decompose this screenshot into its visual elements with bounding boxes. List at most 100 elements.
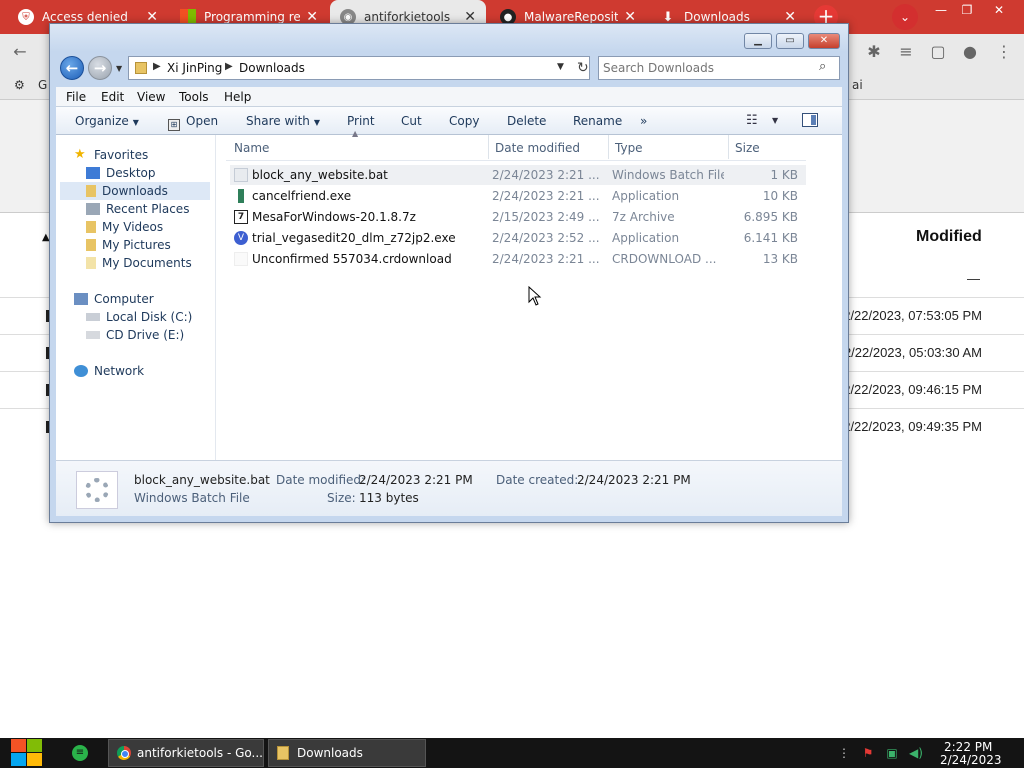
- file-type: CRDOWNLOAD ...: [612, 252, 717, 266]
- column-size[interactable]: Size: [735, 141, 760, 155]
- chevron-down-icon[interactable]: ▼: [772, 116, 778, 125]
- bookmark-gear-icon[interactable]: ⚙: [14, 78, 25, 92]
- network-tray-icon[interactable]: ▣: [884, 745, 900, 761]
- file-row[interactable]: 7 MesaForWindows-20.1.8.7z 2/15/2023 2:4…: [230, 207, 806, 227]
- nav-downloads[interactable]: Downloads: [60, 182, 210, 200]
- nav-my-documents[interactable]: My Documents: [86, 254, 192, 272]
- extensions-icon[interactable]: ✱: [864, 42, 884, 62]
- search-input[interactable]: [603, 60, 813, 76]
- taskbar-chrome-button[interactable]: antiforkietools - Go...: [108, 739, 264, 767]
- maximize-button[interactable]: ▭: [776, 33, 804, 49]
- address-dropdown-icon[interactable]: ▼: [557, 62, 564, 72]
- clock-date[interactable]: 2/24/2023: [940, 753, 1002, 767]
- chevron-right-icon[interactable]: ▶: [225, 61, 233, 72]
- nav-desktop[interactable]: Desktop: [86, 164, 156, 182]
- change-view-icon[interactable]: ☷: [746, 113, 758, 128]
- modified-column-header[interactable]: Modified: [916, 228, 982, 246]
- nav-my-pictures[interactable]: My Pictures: [86, 236, 171, 254]
- breadcrumb-downloads[interactable]: Downloads: [239, 61, 305, 75]
- vegas-app-icon: V: [234, 231, 248, 245]
- nav-recent-places[interactable]: Recent Places: [86, 200, 189, 218]
- nav-cd-drive[interactable]: CD Drive (E:): [86, 326, 184, 344]
- nav-local-disk[interactable]: Local Disk (C:): [86, 308, 192, 326]
- column-type[interactable]: Type: [615, 141, 643, 155]
- share-with-button[interactable]: Share with ▼: [246, 114, 320, 128]
- menu-tools[interactable]: Tools: [179, 90, 209, 104]
- close-button[interactable]: ✕: [808, 33, 840, 49]
- file-date: 2/24/2023 2:21 ...: [492, 252, 600, 266]
- column-divider[interactable]: [488, 135, 489, 159]
- profile-icon[interactable]: ●: [960, 42, 980, 62]
- search-box[interactable]: ⌕: [598, 56, 840, 80]
- chat-app-icon[interactable]: ≡: [72, 745, 88, 761]
- cut-button[interactable]: Cut: [401, 114, 422, 128]
- explorer-window: ▁ ▭ ✕ ← → ▼ ▶ Xi JinPing ▶ Downloads ▼ ↻…: [49, 23, 849, 523]
- column-divider[interactable]: [608, 135, 609, 159]
- forward-button[interactable]: →: [88, 56, 112, 80]
- address-bar[interactable]: ▶ Xi JinPing ▶ Downloads ▼ ↻: [128, 56, 590, 80]
- menu-file[interactable]: File: [66, 90, 86, 104]
- search-icon[interactable]: ⌕: [819, 59, 826, 74]
- volume-icon[interactable]: ◀): [908, 745, 924, 761]
- blank-file-icon: [234, 252, 248, 266]
- nav-my-videos[interactable]: My Videos: [86, 218, 163, 236]
- gear-icon: [85, 478, 109, 502]
- menu-dots-icon[interactable]: ⋮: [994, 42, 1014, 62]
- clock-time[interactable]: 2:22 PM: [944, 740, 992, 754]
- delete-button[interactable]: Delete: [507, 114, 546, 128]
- open-button[interactable]: ⊞ Open: [168, 114, 218, 131]
- file-row[interactable]: cancelfriend.exe 2/24/2023 2:21 ... Appl…: [230, 186, 806, 206]
- menu-view[interactable]: View: [137, 90, 165, 104]
- back-button[interactable]: ←: [60, 56, 84, 80]
- nav-network[interactable]: Network: [74, 362, 144, 380]
- more-commands-button[interactable]: »: [640, 114, 647, 128]
- back-arrow-icon[interactable]: ←: [10, 42, 30, 62]
- bookmark-ai[interactable]: ai: [852, 78, 863, 92]
- minimize-button[interactable]: ▁: [744, 33, 772, 49]
- file-date: 2/24/2023 2:21 ...: [492, 168, 600, 182]
- close-icon[interactable]: ✕: [986, 2, 1012, 18]
- column-date-modified[interactable]: Date modified: [495, 141, 580, 155]
- tab-label: MalwareReposito: [524, 10, 619, 24]
- bookmark-partial[interactable]: G: [38, 78, 47, 92]
- modified-value: 2/22/2023, 09:49:35 PM: [843, 419, 982, 434]
- window-titlebar[interactable]: [50, 24, 848, 52]
- menu-help[interactable]: Help: [224, 90, 251, 104]
- rename-button[interactable]: Rename: [573, 114, 622, 128]
- details-pane: block_any_website.bat Windows Batch File…: [56, 460, 842, 516]
- file-date: 2/15/2023 2:49 ...: [492, 210, 600, 224]
- file-name: Unconfirmed 557034.crdownload: [252, 252, 452, 266]
- chrome-icon: [117, 746, 131, 760]
- file-row[interactable]: block_any_website.bat 2/24/2023 2:21 ...…: [230, 165, 806, 185]
- organize-button[interactable]: Organize ▼: [75, 114, 139, 128]
- nav-computer[interactable]: Computer: [74, 290, 154, 308]
- recent-places-icon: [86, 203, 100, 215]
- nav-favorites[interactable]: ★ Favorites: [74, 146, 148, 164]
- tab-search-icon[interactable]: ⌄: [892, 4, 918, 30]
- copy-button[interactable]: Copy: [449, 114, 479, 128]
- column-name[interactable]: Name: [234, 141, 269, 155]
- menu-edit[interactable]: Edit: [101, 90, 124, 104]
- preview-pane-icon[interactable]: [802, 113, 818, 127]
- folder-icon: [277, 746, 289, 760]
- minimize-icon[interactable]: —: [928, 2, 954, 18]
- recent-pages-dropdown-icon[interactable]: ▼: [116, 64, 122, 73]
- side-panel-icon[interactable]: ▢: [928, 42, 948, 62]
- print-button[interactable]: Print: [347, 114, 375, 128]
- taskbar-explorer-button[interactable]: Downloads: [268, 739, 426, 767]
- reading-list-icon[interactable]: ≡: [896, 42, 916, 62]
- file-type: Application: [612, 189, 680, 203]
- exe-file-icon: [238, 189, 244, 203]
- file-row[interactable]: V trial_vegasedit20_dlm_z72jp2.exe 2/24/…: [230, 228, 806, 248]
- action-center-flag-icon[interactable]: ⚑: [860, 745, 876, 761]
- refresh-icon[interactable]: ↻: [577, 60, 589, 76]
- column-divider[interactable]: [728, 135, 729, 159]
- file-row[interactable]: Unconfirmed 557034.crdownload 2/24/2023 …: [230, 249, 806, 269]
- chevron-right-icon[interactable]: ▶: [153, 61, 161, 72]
- videos-folder-icon: [86, 221, 96, 233]
- restore-icon[interactable]: ❐: [954, 2, 980, 18]
- start-button[interactable]: [10, 738, 44, 768]
- tray-overflow-icon[interactable]: ⋮: [836, 745, 852, 761]
- open-label: Open: [186, 114, 219, 128]
- breadcrumb-user[interactable]: Xi JinPing: [167, 61, 222, 75]
